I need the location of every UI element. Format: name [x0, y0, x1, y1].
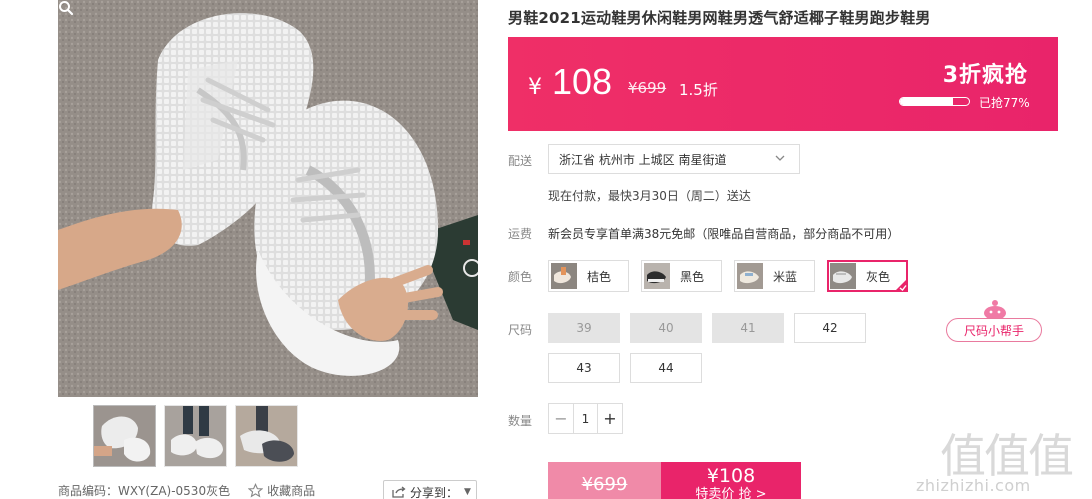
product-meta-row: 商品编码：WXY(ZA)-0530灰色 收藏商品 分享到： ▼ — [58, 480, 478, 499]
thumbnail-3[interactable] — [235, 405, 298, 467]
color-option-orange[interactable]: 桔色 — [548, 260, 629, 292]
color-options: 桔色 黑色 米蓝 灰色 — [548, 260, 908, 292]
size-option-42[interactable]: 42 — [794, 313, 866, 343]
color-option-beige-blue[interactable]: 米蓝 — [734, 260, 815, 292]
share-button[interactable]: 分享到： ▼ — [383, 480, 477, 499]
thumbnail-strip — [93, 405, 298, 467]
size-label: 尺码 — [508, 323, 533, 337]
original-price-button[interactable]: ¥699 — [548, 462, 661, 499]
original-price: ¥699 — [628, 79, 667, 97]
main-product-photo[interactable] — [58, 0, 478, 397]
color-swatch — [737, 263, 763, 289]
color-name: 米蓝 — [773, 269, 798, 284]
product-code: 商品编码：WXY(ZA)-0530灰色 — [58, 483, 231, 498]
buy-now-button[interactable]: ¥108 特卖价 抢 > — [661, 462, 801, 499]
quantity-decrease-button[interactable]: − — [549, 404, 573, 433]
shipping-label: 运费 — [508, 227, 533, 241]
size-helper-label: 尺码小帮手 — [946, 318, 1042, 342]
buy-button-group: ¥699 ¥108 特卖价 抢 > — [548, 462, 801, 499]
size-option-44[interactable]: 44 — [630, 353, 702, 383]
chevron-down-icon — [775, 155, 785, 161]
watermark-url: zhizhizhi.com — [916, 476, 1031, 495]
buy-now-label: 特卖价 抢 > — [695, 487, 767, 499]
current-price: 108 — [552, 61, 613, 102]
shipping-info: 新会员专享首单满38元免邮（限唯品自营商品，部分商品不可用） — [548, 227, 900, 241]
quantity-value[interactable]: 1 — [573, 404, 598, 433]
currency-symbol: ¥ — [528, 75, 542, 100]
delivery-label: 配送 — [508, 154, 533, 168]
product-title: 男鞋2021运动鞋男休闲鞋男网鞋男透气舒适椰子鞋男跑步鞋男 — [508, 9, 931, 27]
size-option-41: 41 — [712, 313, 784, 343]
star-icon — [248, 482, 264, 497]
sneaker-photo — [58, 0, 478, 397]
delivery-eta: 现在付款，最快3月30日（周二）送达 — [548, 189, 751, 203]
quantity-increase-button[interactable]: + — [598, 404, 622, 433]
mascot-icon — [984, 300, 1006, 320]
flash-sale-label: 3折疯抢 — [942, 63, 1028, 88]
favorite-button[interactable]: 收藏商品 — [248, 482, 315, 499]
buy-now-price: ¥108 — [706, 465, 756, 487]
magnifier-icon[interactable] — [58, 0, 74, 16]
color-label: 颜色 — [508, 270, 533, 284]
thumbnail-2[interactable] — [164, 405, 227, 467]
color-option-black[interactable]: 黑色 — [641, 260, 722, 292]
address-select[interactable]: 浙江省 杭州市 上城区 南星街道 — [548, 144, 800, 174]
quantity-label: 数量 — [508, 414, 533, 428]
size-option-43[interactable]: 43 — [548, 353, 620, 383]
color-option-gray[interactable]: 灰色 — [827, 260, 908, 292]
color-swatch — [551, 263, 577, 289]
site-watermark: 值值值 zhizhizhi.com — [908, 410, 1092, 499]
discount-rate: 1.5折 — [679, 81, 718, 99]
thumbnail-1[interactable] — [93, 405, 156, 467]
sold-percent: 已抢77% — [979, 96, 1030, 110]
color-swatch — [644, 263, 670, 289]
quantity-stepper: − 1 + — [548, 403, 623, 434]
favorite-label: 收藏商品 — [267, 483, 316, 498]
share-label: 分享到： — [410, 485, 459, 499]
sold-progress-fill — [900, 98, 954, 105]
chevron-down-icon: ▼ — [464, 487, 471, 497]
address-value: 浙江省 杭州市 上城区 南星街道 — [559, 152, 727, 167]
selected-check-icon — [894, 278, 908, 292]
color-name: 桔色 — [587, 269, 612, 284]
color-name: 灰色 — [866, 269, 891, 284]
size-option-40: 40 — [630, 313, 702, 343]
sold-progress-bar — [899, 97, 970, 106]
size-helper-button[interactable]: 尺码小帮手 — [946, 298, 1044, 344]
color-swatch — [830, 263, 856, 289]
share-icon — [392, 486, 406, 498]
color-name: 黑色 — [680, 269, 705, 284]
price-banner: ¥ 108 ¥699 1.5折 3折疯抢 已抢77% — [508, 37, 1058, 131]
size-option-39: 39 — [548, 313, 620, 343]
